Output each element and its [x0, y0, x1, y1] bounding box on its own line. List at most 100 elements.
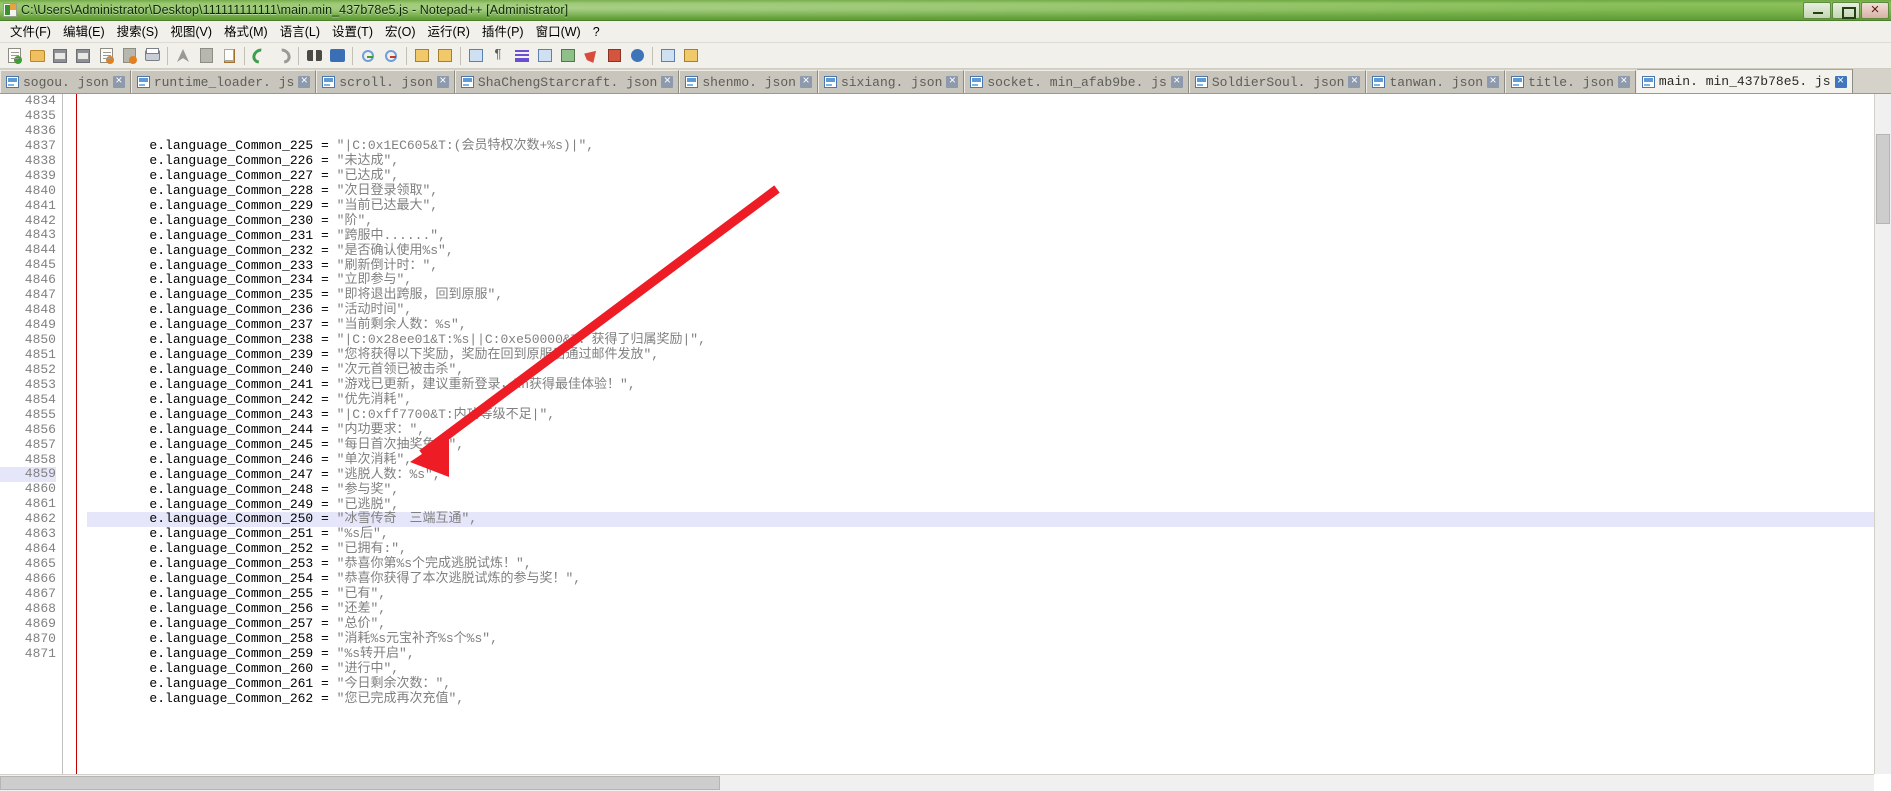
code-line[interactable]: e.language_Common_230 = "阶",: [87, 214, 1891, 229]
tab-close-icon[interactable]: [298, 76, 310, 88]
tab-close-icon[interactable]: [437, 76, 449, 88]
horizontal-scrollbar[interactable]: [0, 774, 1874, 791]
code-line[interactable]: e.language_Common_260 = "进行中",: [87, 662, 1891, 677]
close-file-icon[interactable]: [95, 45, 117, 67]
tab-shenmo-json[interactable]: shenmo. json: [679, 70, 818, 93]
word-wrap-icon[interactable]: [465, 45, 487, 67]
tab-socket-min-afab9be-js[interactable]: socket. min_afab9be. js: [964, 70, 1188, 93]
code-line[interactable]: e.language_Common_256 = "还差",: [87, 602, 1891, 617]
code-line[interactable]: e.language_Common_250 = "冰雪传奇 三端互通",: [87, 512, 1891, 527]
show-blank-icon[interactable]: [557, 45, 579, 67]
save-all-icon[interactable]: [72, 45, 94, 67]
code-line[interactable]: e.language_Common_259 = "%s转开启",: [87, 647, 1891, 662]
menu-view[interactable]: 视图(V): [164, 22, 218, 42]
tab-close-icon[interactable]: [113, 76, 125, 88]
code-line[interactable]: e.language_Common_231 = "跨服中......",: [87, 229, 1891, 244]
redo-icon[interactable]: [272, 45, 294, 67]
fold-margin[interactable]: [62, 94, 77, 791]
tab-sogou-json[interactable]: sogou. json: [0, 70, 131, 93]
tab-close-icon[interactable]: [946, 76, 958, 88]
code-line[interactable]: e.language_Common_262 = "您已完成再次充值",: [87, 692, 1891, 707]
code-line[interactable]: e.language_Common_248 = "参与奖",: [87, 483, 1891, 498]
tab-close-icon[interactable]: [1487, 76, 1499, 88]
code-line[interactable]: e.language_Common_226 = "未达成",: [87, 154, 1891, 169]
function-list-icon[interactable]: [680, 45, 702, 67]
tab-runtime-loader-js[interactable]: runtime_loader. js: [131, 70, 316, 93]
code-line[interactable]: e.language_Common_244 = "内功要求：",: [87, 423, 1891, 438]
code-line[interactable]: e.language_Common_257 = "总价",: [87, 617, 1891, 632]
save-icon[interactable]: [49, 45, 71, 67]
code-line[interactable]: e.language_Common_258 = "消耗%s元宝补齐%s个%s",: [87, 632, 1891, 647]
menu-format[interactable]: 格式(M): [218, 22, 274, 42]
menu-language[interactable]: 语言(L): [274, 22, 326, 42]
tab-sixiang-json[interactable]: sixiang. json: [818, 70, 964, 93]
menu-window[interactable]: 窗口(W): [530, 22, 587, 42]
close-all-icon[interactable]: [118, 45, 140, 67]
tab-close-icon[interactable]: [1618, 76, 1630, 88]
horizontal-scrollbar-thumb[interactable]: [0, 776, 720, 790]
code-line[interactable]: e.language_Common_228 = "次日登录领取",: [87, 184, 1891, 199]
maximize-button[interactable]: [1832, 2, 1860, 19]
show-all-chars-icon[interactable]: [488, 45, 510, 67]
menu-settings[interactable]: 设置(T): [326, 22, 379, 42]
tab-title-json[interactable]: title. json: [1505, 70, 1636, 93]
tab-close-icon[interactable]: [1348, 76, 1360, 88]
code-line[interactable]: e.language_Common_247 = "逃脱人数：%s",: [87, 468, 1891, 483]
code-line[interactable]: e.language_Common_239 = "您将获得以下奖励，奖励在回到原…: [87, 348, 1891, 363]
code-line[interactable]: e.language_Common_237 = "当前剩余人数：%s",: [87, 318, 1891, 333]
minimize-button[interactable]: [1803, 2, 1831, 19]
menu-search[interactable]: 搜索(S): [111, 22, 165, 42]
menu-plugins[interactable]: 插件(P): [476, 22, 530, 42]
code-line[interactable]: e.language_Common_241 = "游戏已更新，建议重新登录，\n…: [87, 378, 1891, 393]
run-icon[interactable]: [626, 45, 648, 67]
code-line[interactable]: e.language_Common_242 = "优先消耗",: [87, 393, 1891, 408]
code-line[interactable]: e.language_Common_243 = "|C:0xff7700&T:内…: [87, 408, 1891, 423]
close-button[interactable]: [1861, 2, 1889, 19]
copy-icon[interactable]: [195, 45, 217, 67]
cut-icon[interactable]: [172, 45, 194, 67]
undo-icon[interactable]: [249, 45, 271, 67]
menu-macro[interactable]: 宏(O): [379, 22, 422, 42]
tab-shachengstarcraft-json[interactable]: ShaChengStarcraft. json: [455, 70, 679, 93]
find-icon[interactable]: [303, 45, 325, 67]
menu-edit[interactable]: 编辑(E): [57, 22, 111, 42]
vertical-scrollbar-thumb[interactable]: [1876, 134, 1890, 224]
code-line[interactable]: e.language_Common_235 = "即将退出跨服，回到原服",: [87, 288, 1891, 303]
tab-close-icon[interactable]: [1835, 76, 1847, 88]
replace-icon[interactable]: [326, 45, 348, 67]
code-line[interactable]: e.language_Common_252 = "已拥有:",: [87, 542, 1891, 557]
code-line[interactable]: e.language_Common_245 = "每日首次抽奖免费",: [87, 438, 1891, 453]
paste-icon[interactable]: [218, 45, 240, 67]
tab-close-icon[interactable]: [800, 76, 812, 88]
record-macro-icon[interactable]: [580, 45, 602, 67]
menu-run[interactable]: 运行(R): [422, 22, 476, 42]
indent-guide-icon[interactable]: [511, 45, 533, 67]
zoom-out-icon[interactable]: [380, 45, 402, 67]
print-icon[interactable]: [141, 45, 163, 67]
code-content[interactable]: e.language_Common_225 = "|C:0x1EC605&T:(…: [77, 94, 1891, 791]
tab-tanwan-json[interactable]: tanwan. json: [1366, 70, 1505, 93]
menu-help[interactable]: ?: [587, 22, 606, 42]
tab-close-icon[interactable]: [661, 76, 673, 88]
code-line[interactable]: e.language_Common_227 = "已达成",: [87, 169, 1891, 184]
code-line[interactable]: e.language_Common_255 = "已有",: [87, 587, 1891, 602]
vertical-scrollbar[interactable]: [1874, 94, 1891, 774]
code-line[interactable]: e.language_Common_261 = "今日剩余次数：",: [87, 677, 1891, 692]
tab-soldiersoul-json[interactable]: SoldierSoul. json: [1189, 70, 1367, 93]
sync-horizontal-icon[interactable]: [434, 45, 456, 67]
document-map-icon[interactable]: [657, 45, 679, 67]
code-line[interactable]: e.language_Common_254 = "恭喜你获得了本次逃脱试炼的参与…: [87, 572, 1891, 587]
code-line[interactable]: e.language_Common_236 = "活动时间",: [87, 303, 1891, 318]
code-line[interactable]: e.language_Common_232 = "是否确认使用%s",: [87, 244, 1891, 259]
tab-close-icon[interactable]: [1171, 76, 1183, 88]
tab-main-min-437b78e5-js[interactable]: main. min_437b78e5. js: [1636, 69, 1853, 93]
tab-scroll-json[interactable]: scroll. json: [316, 70, 455, 93]
sync-vertical-icon[interactable]: [411, 45, 433, 67]
zoom-in-icon[interactable]: [357, 45, 379, 67]
menu-file[interactable]: 文件(F): [4, 22, 57, 42]
editor-area[interactable]: 4834483548364837483848394840484148424843…: [0, 94, 1891, 791]
new-file-icon[interactable]: [3, 45, 25, 67]
code-line[interactable]: e.language_Common_225 = "|C:0x1EC605&T:(…: [87, 139, 1891, 154]
play-macro-icon[interactable]: [603, 45, 625, 67]
code-line[interactable]: e.language_Common_240 = "次元首领已被击杀",: [87, 363, 1891, 378]
